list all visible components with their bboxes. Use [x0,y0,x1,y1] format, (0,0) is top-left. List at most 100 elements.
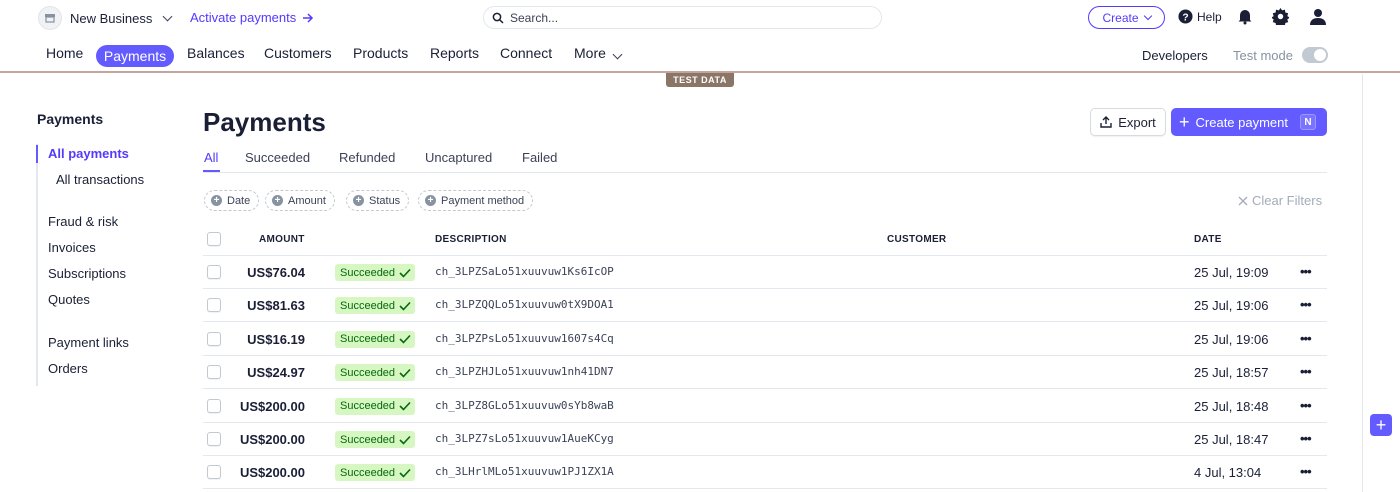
checkmark-icon [399,402,411,411]
payment-amount: US$200.00 [239,432,305,447]
page-title: Payments [203,107,326,137]
status-label: Succeeded [340,466,396,479]
search-box[interactable] [483,6,882,29]
test-mode-label: Test mode [1233,48,1293,63]
business-name: New Business [70,10,153,26]
filter-amount[interactable]: + Amount [265,190,335,211]
help-button[interactable]: ? Help [1178,9,1222,24]
more-actions-button[interactable]: ••• [1300,264,1312,279]
plus-icon: + [1179,112,1190,132]
filter-status-label: Status [369,194,401,207]
table-row[interactable]: US$76.04 Succeeded ch_3LPZSaLo51xuuvuw1Ks6… [203,256,1327,289]
payment-date: 25 Jul, 18:57 [1194,365,1269,381]
checkmark-icon [399,301,411,311]
table-row[interactable]: US$200.00 Succeeded ch_3LHrlMLo51xuuvuw1PJ… [203,456,1327,490]
table-row[interactable]: US$16.19 Succeeded ch_3LPZPsLo51xuuvuw1607… [203,323,1327,356]
more-actions-button[interactable]: ••• [1300,464,1312,479]
create-payment-label: Create payment [1195,114,1289,130]
sidebar-item-payment-links[interactable]: Payment links [48,335,129,350]
row-checkbox[interactable] [207,432,221,446]
nav-home[interactable]: Home [46,45,83,61]
column-header-description[interactable]: DESCRIPTION [435,234,507,245]
filter-payment-method-label: Payment method [441,194,525,207]
sidebar-item-fraud-risk[interactable]: Fraud & risk [48,214,118,229]
row-checkbox[interactable] [207,465,221,480]
row-checkbox[interactable] [207,265,221,279]
payment-date: 25 Jul, 18:47 [1194,432,1269,447]
table-row[interactable]: US$81.63 Succeeded ch_3LPZQQLo51xuuvuw0tX9… [203,289,1327,323]
payment-amount: US$81.63 [247,298,305,314]
payment-description: ch_3LPZQQLo51xuuvuw0tX9DOA1 [435,298,614,312]
table-row[interactable]: US$200.00 Succeeded ch_3LPZ7sLo51xuuvuw1Au… [203,423,1327,456]
more-actions-button[interactable]: ••• [1300,431,1312,446]
nav-products[interactable]: Products [353,45,408,61]
floating-add-button[interactable]: + [1370,414,1392,436]
sidebar-item-all-transactions[interactable]: All transactions [56,172,144,187]
payment-description: ch_3LPZPsLo51xuuvuw1607s4Cq [435,331,614,345]
filter-date[interactable]: + Date [204,190,260,211]
sidebar-item-quotes[interactable]: Quotes [48,292,90,307]
bell-icon[interactable] [1237,8,1253,25]
tab-all[interactable]: All [204,150,218,165]
status-label: Succeeded [340,333,396,346]
tabs-divider [203,172,1327,173]
row-checkbox[interactable] [207,398,221,413]
create-payment-button[interactable]: + Create payment N [1171,108,1327,136]
user-icon[interactable] [1310,8,1326,25]
activate-payments-link[interactable]: Activate payments [190,10,314,25]
table-row[interactable]: US$200.00 Succeeded ch_3LPZ8GLo51xuuvuw0sY… [203,390,1327,423]
payment-date: 4 Jul, 13:04 [1194,465,1262,481]
test-mode-toggle[interactable] [1302,47,1328,63]
activate-payments-label: Activate payments [190,10,297,25]
row-checkbox[interactable] [207,331,221,346]
column-header-amount[interactable]: AMOUNT [259,234,305,245]
column-header-customer[interactable]: CUSTOMER [887,234,946,245]
filter-amount-label: Amount [288,194,326,207]
plus-icon: + [1375,414,1387,435]
clear-filters-label: Clear Filters [1252,193,1323,208]
help-icon: ? [1178,9,1193,24]
search-input[interactable] [510,10,850,25]
payment-date: 25 Jul, 18:48 [1194,398,1269,414]
table-row[interactable]: US$24.97 Succeeded ch_3LPZHJLo51xuuvuw1nh4… [203,356,1327,390]
create-button[interactable]: Create [1088,6,1165,29]
nav-connect[interactable]: Connect [500,45,552,61]
more-actions-button[interactable]: ••• [1300,331,1312,346]
add-filter-icon: + [353,195,364,206]
clear-filters-button[interactable]: Clear Filters [1238,193,1322,208]
tab-uncaptured[interactable]: Uncaptured [425,150,492,165]
more-actions-button[interactable]: ••• [1300,297,1312,312]
help-label: Help [1197,9,1222,24]
nav-reports[interactable]: Reports [430,45,479,61]
nav-payments[interactable]: Payments [96,45,174,67]
tab-refunded[interactable]: Refunded [339,150,395,165]
chevron-down-icon [162,11,173,21]
more-actions-button[interactable]: ••• [1300,398,1312,413]
more-actions-button[interactable]: ••• [1300,364,1312,379]
column-header-date[interactable]: DATE [1194,234,1222,245]
tab-succeeded[interactable]: Succeeded [245,150,310,165]
add-filter-icon: + [211,195,222,206]
filter-payment-method[interactable]: + Payment method [418,190,534,211]
select-all-checkbox[interactable] [207,232,221,246]
sidebar-item-subscriptions[interactable]: Subscriptions [48,266,126,281]
close-icon [1238,196,1248,205]
sidebar-item-invoices[interactable]: Invoices [48,240,96,255]
row-checkbox[interactable] [207,298,221,313]
payment-amount: US$16.19 [247,331,305,347]
filter-date-label: Date [227,194,251,207]
nav-customers[interactable]: Customers [264,45,332,61]
nav-more[interactable]: More [574,45,623,61]
checkmark-icon [399,435,411,445]
business-switcher[interactable]: New Business [38,6,173,30]
nav-balances[interactable]: Balances [187,45,245,61]
sidebar-item-all-payments[interactable]: All payments [48,146,129,161]
developers-link[interactable]: Developers [1142,48,1208,63]
gear-icon[interactable] [1272,8,1289,25]
row-checkbox[interactable] [207,365,221,380]
tab-failed[interactable]: Failed [522,150,557,165]
filter-status[interactable]: + Status [346,190,410,211]
sidebar-item-orders[interactable]: Orders [48,361,88,376]
status-badge: Succeeded [335,431,416,448]
export-button[interactable]: Export [1090,108,1166,136]
